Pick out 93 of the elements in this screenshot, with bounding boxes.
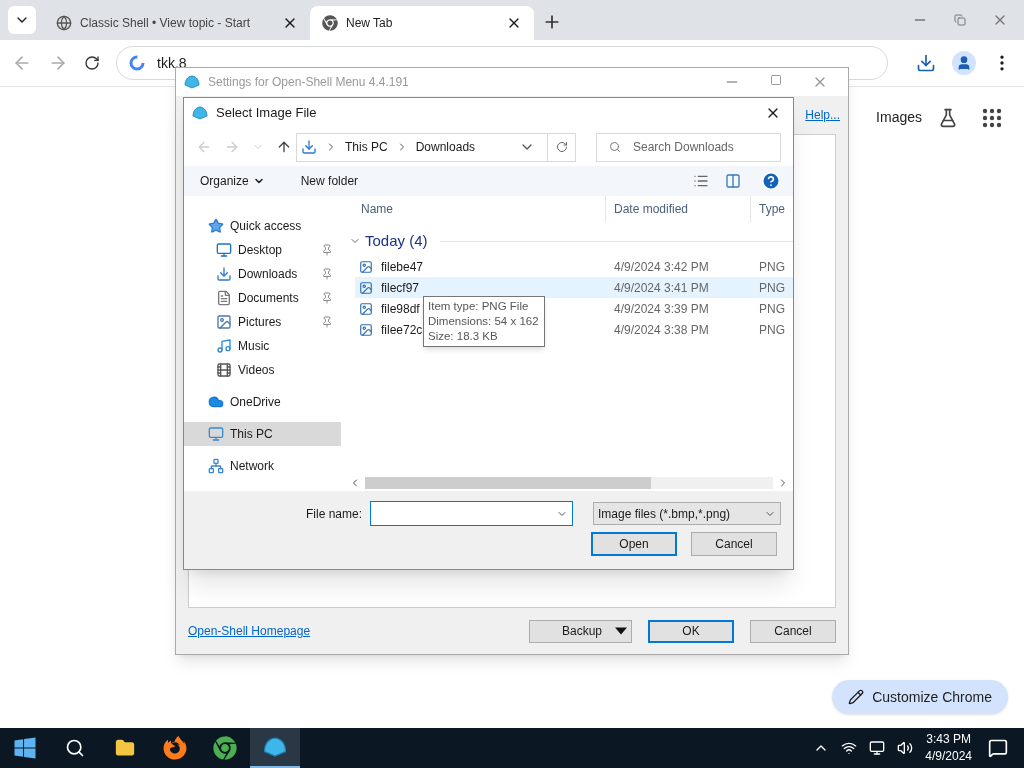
globe-icon (56, 15, 72, 31)
shell-icon (192, 105, 208, 121)
image-file-icon (359, 322, 373, 337)
view-options-icon[interactable] (693, 173, 709, 189)
tooltip: Item type: PNG File Dimensions: 54 x 162 Size: 18.3 KB (423, 296, 545, 347)
nav-item[interactable]: Videos (184, 358, 341, 382)
group-header[interactable]: Today (4) (365, 229, 428, 253)
document-icon (216, 290, 232, 306)
maximize-icon[interactable] (770, 74, 782, 86)
nav-item[interactable]: Quick access (184, 214, 341, 238)
browser-tab[interactable]: Classic Shell • View topic - Start (44, 6, 310, 40)
shell-icon (263, 735, 287, 759)
file-name-field[interactable] (370, 501, 573, 526)
file-name[interactable]: filecf97 (381, 280, 420, 295)
date-cell-text: 4/9/2024 3:38 PM (614, 321, 710, 339)
browser-tab[interactable]: New Tab (310, 6, 534, 40)
tab-search-button[interactable] (8, 6, 36, 34)
field-label: File name: (305, 505, 362, 523)
nav-item[interactable]: OneDrive (184, 390, 341, 414)
nav-item[interactable]: Desktop (184, 238, 341, 262)
up-icon[interactable] (276, 139, 292, 155)
dialog-button[interactable]: OK (648, 619, 734, 643)
nav-item[interactable]: Network (184, 454, 341, 478)
desktop-icon (216, 242, 232, 258)
dialog-button[interactable]: Cancel (691, 532, 777, 556)
shell-icon (184, 74, 200, 90)
type-cell-text: PNG (759, 279, 785, 297)
preview-pane-icon[interactable] (725, 173, 741, 189)
help-link[interactable]: Help... (805, 106, 840, 124)
download-icon (301, 139, 317, 155)
nav-item[interactable]: Pictures (184, 310, 341, 334)
customize-chrome-button[interactable]: Customize Chrome (832, 680, 1008, 714)
dialog-button[interactable]: Backup (529, 619, 632, 643)
music-note-icon (216, 338, 232, 354)
tray-icon[interactable] (841, 740, 858, 756)
image-file-icon (359, 280, 373, 295)
google-logo-icon (129, 55, 145, 71)
chrome-icon (213, 736, 237, 760)
image-file-icon (359, 301, 373, 316)
search-icon (609, 141, 621, 153)
reload-icon[interactable] (84, 55, 100, 71)
chrome-icon (322, 15, 338, 31)
nav-item[interactable]: Downloads (184, 262, 341, 286)
dialog-title: Select Image File (216, 104, 318, 123)
file-name[interactable]: file98df (381, 301, 420, 316)
dialog-button[interactable]: Open (591, 532, 677, 556)
search-field[interactable]: Search Downloads (596, 132, 781, 162)
clock[interactable]: 3:43 PM 4/9/2024 (925, 731, 972, 765)
homepage-link[interactable]: Open-Shell Homepage (188, 622, 513, 640)
file-type-dropdown[interactable]: Image files (*.bmp,*.png) (593, 502, 781, 525)
highlighted-row[interactable]: filecf97 4/9/2024 3:41 PM PNG (355, 277, 793, 298)
network-icon (208, 458, 224, 474)
images-link[interactable]: Images (876, 107, 922, 128)
download-icon (216, 266, 232, 282)
date-cell-text: 4/9/2024 3:42 PM (614, 258, 710, 276)
refresh-icon[interactable] (555, 141, 568, 153)
download-icon[interactable] (916, 53, 936, 73)
help-icon[interactable] (761, 171, 781, 191)
dialog-button[interactable]: Cancel (750, 619, 836, 643)
column-header[interactable]: Type (750, 196, 785, 222)
film-icon (216, 362, 232, 378)
toolbar-button[interactable]: New folder (296, 172, 363, 190)
pencil-icon (848, 689, 865, 705)
toolbar-button[interactable]: Organize (196, 172, 269, 190)
type-cell-text: PNG (759, 300, 785, 318)
nav-item[interactable]: This PC (184, 422, 341, 446)
computer-icon (208, 426, 224, 442)
picture-icon (216, 314, 232, 330)
cloud-icon (208, 394, 224, 410)
column-header[interactable]: Date modified (605, 196, 750, 222)
type-cell-text: PNG (759, 258, 785, 276)
windows-logo-icon (13, 736, 37, 760)
file-name[interactable]: filebe47 (381, 259, 424, 274)
star-icon (208, 218, 224, 234)
search-icon (65, 738, 85, 758)
dropdown-triangle-icon (615, 627, 627, 635)
firefox-icon (163, 736, 187, 760)
address-field[interactable]: This PC Downloads (296, 132, 576, 162)
nav-item[interactable]: Music (184, 334, 341, 358)
notification-icon[interactable] (988, 738, 1008, 758)
date-cell-text: 4/9/2024 3:41 PM (614, 279, 710, 297)
type-cell-text: PNG (759, 321, 785, 339)
image-file-icon (359, 259, 373, 274)
file-name[interactable]: filee72c (381, 322, 423, 337)
network-icon[interactable] (869, 740, 886, 756)
apps-grid-icon[interactable] (982, 107, 1002, 128)
column-header[interactable]: Name (345, 200, 605, 218)
flask-icon[interactable] (938, 107, 958, 128)
nav-item[interactable]: Documents (184, 286, 341, 310)
folder-icon (115, 738, 135, 758)
profile-avatar[interactable] (952, 51, 976, 75)
speaker-icon[interactable] (897, 740, 914, 756)
date-cell-text: 4/9/2024 3:39 PM (614, 300, 710, 318)
